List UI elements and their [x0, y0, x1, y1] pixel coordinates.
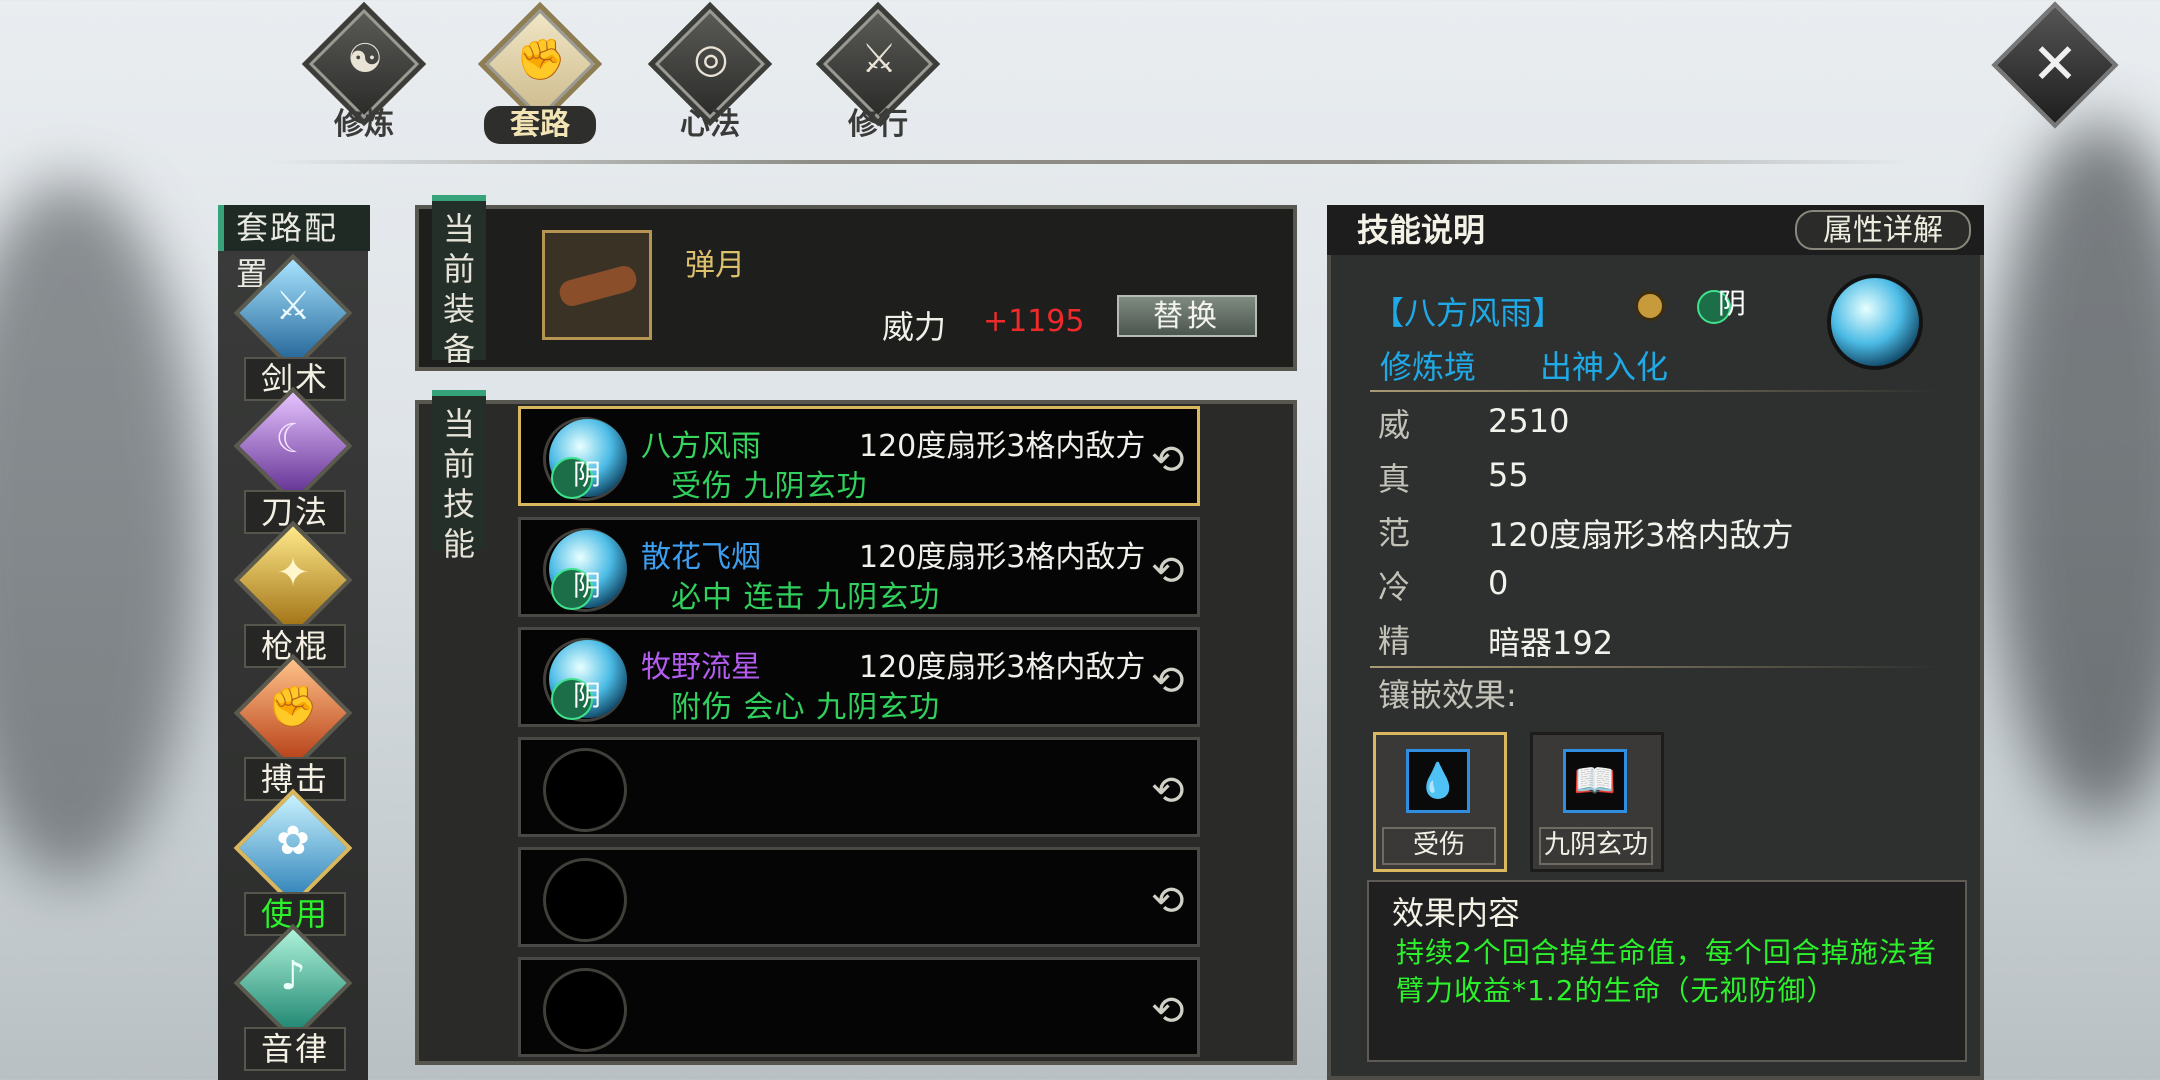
- skill-slot[interactable]: 阴 牧野流星 120度扇形3格内敌方 附伤 会心 九阴玄功 ⟲: [518, 627, 1200, 727]
- blade-icon: ☾: [275, 416, 311, 462]
- yin-label: 阴: [573, 569, 602, 602]
- effect-text: 持续2个回合掉生命值，每个回合掉施法者臂力收益*1.2的生命（无视防御）: [1396, 936, 1937, 1007]
- scroll-icon: ⚔: [861, 36, 897, 82]
- category-hidden-weapon[interactable]: ✿ 使用中: [228, 788, 358, 973]
- sidebar-title: 套路配置: [218, 205, 370, 293]
- slot-ring: [543, 968, 627, 1052]
- category-blade[interactable]: ☾ 刀法: [228, 386, 358, 534]
- tab-xinfa[interactable]: ◎ 心法: [636, 1, 786, 144]
- power-value: +1195: [983, 304, 1085, 339]
- swap-icon[interactable]: ⟲: [1151, 437, 1185, 483]
- tab-label: 修行: [848, 107, 908, 142]
- swirl-icon: ◎: [693, 36, 729, 82]
- sword-icon: ⚔: [275, 283, 311, 329]
- fist-icon: ✊: [516, 37, 566, 83]
- tab-label: 套路: [484, 106, 596, 144]
- divider: [1370, 666, 1940, 668]
- tab-label: 心法: [680, 107, 740, 142]
- tab-xiulian[interactable]: ☯ 修炼: [290, 1, 440, 144]
- category-spear[interactable]: ✦ 枪棍: [228, 520, 358, 668]
- stat-label: 范: [1378, 514, 1411, 552]
- power-label: 威力: [882, 308, 947, 346]
- swap-icon[interactable]: ⟲: [1151, 878, 1185, 924]
- equip-item-slot[interactable]: [542, 230, 652, 340]
- spear-icon: ✦: [276, 550, 310, 596]
- stat-value: 120度扇形3格内敌方: [1488, 516, 1794, 554]
- close-icon: ✕: [2031, 32, 2079, 97]
- tab-label: 修炼: [334, 107, 394, 142]
- tab-xiuxing[interactable]: ⚔ 修行: [804, 1, 954, 144]
- skill-name: 牧野流星: [641, 650, 761, 685]
- inlay-slot[interactable]: 📖 九阴玄功: [1530, 732, 1664, 872]
- stat-value: 暗器192: [1488, 624, 1614, 662]
- compass-icon: [1635, 291, 1665, 321]
- detail-skill-icon: [1827, 274, 1923, 370]
- dart-icon: [556, 263, 640, 309]
- droplet-icon: 💧: [1406, 749, 1470, 813]
- stat-label: 威: [1378, 406, 1411, 444]
- skill-range: 120度扇形3格内敌方: [859, 650, 1146, 685]
- yin-label: 阴: [573, 679, 602, 712]
- inlay-label: 九阴玄功: [1539, 827, 1653, 865]
- swap-icon[interactable]: ⟲: [1151, 658, 1185, 704]
- yin-label: 阴: [573, 458, 602, 491]
- stat-label: 冷: [1378, 568, 1411, 606]
- yin-label: 阴: [1718, 287, 1747, 320]
- zither-icon: ♪: [280, 953, 306, 999]
- fist-icon: ✊: [268, 684, 318, 730]
- divider: [1370, 390, 1940, 392]
- equip-name: 弹月: [685, 248, 745, 283]
- taiji-icon: ☯: [347, 36, 383, 82]
- stat-value: 2510: [1488, 402, 1570, 440]
- realm-value: 出神入化: [1540, 348, 1669, 386]
- skill-tags: 必中 连击 九阴玄功: [671, 580, 941, 615]
- stat-value: 0: [1488, 564, 1509, 602]
- inlay-title: 镶嵌效果:: [1378, 676, 1517, 714]
- inlay-slot[interactable]: 💧 受伤: [1373, 732, 1507, 872]
- swap-icon[interactable]: ⟲: [1151, 988, 1185, 1034]
- realm-label: 修炼境: [1380, 348, 1477, 386]
- skill-slot[interactable]: 阴 散花飞烟 120度扇形3格内敌方 必中 连击 九阴玄功 ⟲: [518, 517, 1200, 617]
- tab-taolu[interactable]: ✊ 套路: [466, 1, 616, 144]
- skill-tags: 附伤 会心 九阴玄功: [671, 690, 941, 725]
- swap-icon[interactable]: ⟲: [1151, 548, 1185, 594]
- skill-name: 散花飞烟: [641, 540, 761, 575]
- skill-tags: 受伤 九阴玄功: [671, 469, 868, 504]
- empty-skill-slot[interactable]: ⟲: [518, 737, 1200, 837]
- category-music[interactable]: ♪ 音律: [228, 923, 358, 1071]
- category-fist[interactable]: ✊ 搏击: [228, 653, 358, 801]
- slot-ring: [543, 858, 627, 942]
- book-icon: 📖: [1563, 749, 1627, 813]
- skill-slot[interactable]: 阴 八方风雨 120度扇形3格内敌方 受伤 九阴玄功 ⟲: [518, 406, 1200, 506]
- equip-tag: 当前装备: [432, 195, 486, 368]
- replace-button[interactable]: 替换: [1117, 295, 1257, 337]
- top-divider: [270, 160, 1910, 164]
- hidden-weapon-icon: ✿: [276, 818, 310, 864]
- stat-label: 精: [1378, 622, 1411, 660]
- skills-tag: 当前技能: [432, 390, 486, 563]
- empty-skill-slot[interactable]: ⟲: [518, 957, 1200, 1057]
- empty-skill-slot[interactable]: ⟲: [518, 847, 1200, 947]
- detail-skill-name: 【八方风雨】: [1372, 294, 1565, 332]
- category-label: 音律: [244, 1027, 346, 1071]
- skill-name: 八方风雨: [641, 429, 761, 464]
- effect-title: 效果内容: [1392, 894, 1521, 932]
- attribute-detail-button[interactable]: 属性详解: [1795, 210, 1971, 250]
- inlay-label: 受伤: [1382, 827, 1496, 865]
- swap-icon[interactable]: ⟲: [1151, 768, 1185, 814]
- skill-range: 120度扇形3格内敌方: [859, 429, 1146, 464]
- category-sword[interactable]: ⚔ 剑术: [228, 253, 358, 401]
- stat-label: 真: [1378, 460, 1411, 498]
- slot-ring: [543, 748, 627, 832]
- skill-range: 120度扇形3格内敌方: [859, 540, 1146, 575]
- mist-left: [0, 180, 200, 880]
- stat-value: 55: [1488, 456, 1529, 494]
- mist-right: [1990, 120, 2160, 820]
